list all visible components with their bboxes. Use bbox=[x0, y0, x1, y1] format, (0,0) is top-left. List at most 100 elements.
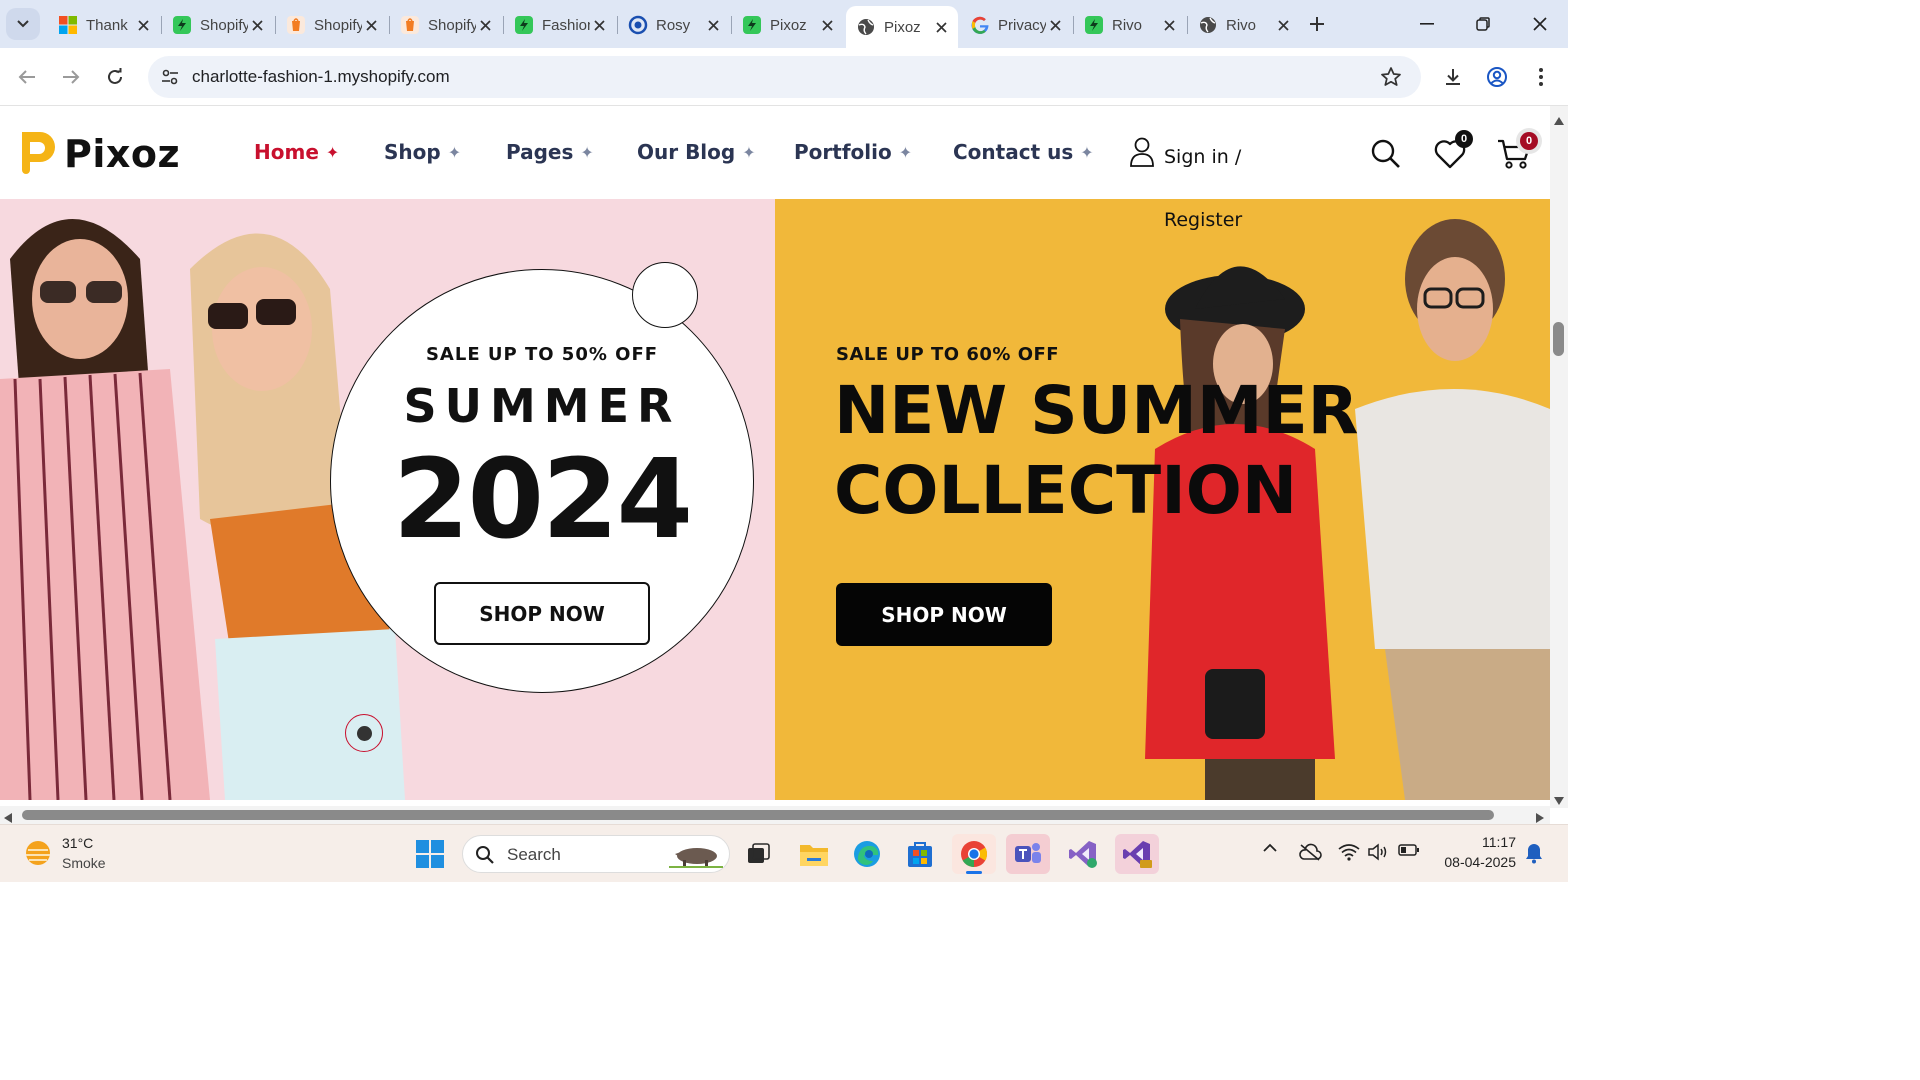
close-tab-icon[interactable] bbox=[1046, 16, 1064, 34]
vertical-scrollbar[interactable] bbox=[1550, 106, 1568, 808]
nav-item-label: Home bbox=[254, 140, 319, 164]
tab-title: Thank bbox=[86, 16, 128, 34]
hero-banner-summer-2024[interactable]: SALE UP TO 50% OFF SUMMER 2024 SHOP NOW bbox=[0, 199, 775, 800]
close-tab-icon[interactable] bbox=[590, 16, 608, 34]
reload-icon[interactable] bbox=[98, 60, 132, 94]
tab-search-chevron-icon[interactable] bbox=[6, 8, 40, 40]
register-link[interactable]: Register bbox=[1164, 209, 1242, 231]
downloads-icon[interactable] bbox=[1436, 60, 1470, 94]
address-bar[interactable]: charlotte-fashion-1.myshopify.com bbox=[148, 56, 1421, 98]
search-icon bbox=[475, 845, 495, 870]
browser-tab[interactable]: Pixoz bbox=[732, 8, 844, 42]
shopify-green-icon bbox=[514, 15, 534, 35]
nav-item-home[interactable]: Home ✦ bbox=[254, 140, 339, 164]
browser-tab[interactable]: Rivo bbox=[1074, 8, 1186, 42]
browser-tab[interactable]: Shopify bbox=[276, 8, 388, 42]
nav-item-shop[interactable]: Shop ✦ bbox=[384, 140, 461, 164]
url-text[interactable]: charlotte-fashion-1.myshopify.com bbox=[192, 67, 450, 87]
close-tab-icon[interactable] bbox=[248, 16, 266, 34]
edge-browser-icon[interactable] bbox=[845, 834, 889, 874]
right-headline-line2: COLLECTION bbox=[834, 452, 1298, 529]
close-tab-icon[interactable] bbox=[134, 16, 152, 34]
onedrive-cloud-icon[interactable] bbox=[1298, 843, 1322, 861]
nav-item-contact-us[interactable]: Contact us ✦ bbox=[953, 140, 1094, 164]
weather-desc[interactable]: Smoke bbox=[62, 855, 106, 871]
file-explorer-icon[interactable] bbox=[792, 834, 836, 874]
scroll-down-arrow-icon[interactable] bbox=[1554, 792, 1564, 810]
visual-studio-preview-icon[interactable] bbox=[1115, 834, 1159, 874]
sign-in-label[interactable]: Sign in / bbox=[1164, 146, 1241, 168]
nav-item-label: Our Blog bbox=[637, 140, 736, 164]
clock-date[interactable]: 08-04-2025 bbox=[1432, 854, 1516, 870]
windows-start-icon[interactable] bbox=[408, 834, 452, 874]
sign-in-link[interactable]: Sign in / bbox=[1128, 136, 1241, 170]
tab-title: Rivo bbox=[1226, 16, 1257, 34]
close-tab-icon[interactable] bbox=[1160, 16, 1178, 34]
browser-menu-icon[interactable] bbox=[1524, 60, 1558, 94]
notification-bell-icon[interactable] bbox=[1524, 842, 1544, 869]
browser-tab[interactable]: Privacy bbox=[960, 8, 1072, 42]
chrome-icon[interactable] bbox=[952, 834, 996, 874]
horizontal-scroll-thumb[interactable] bbox=[22, 810, 1494, 820]
left-shop-now-button[interactable]: SHOP NOW bbox=[434, 582, 650, 645]
right-shop-now-button[interactable]: SHOP NOW bbox=[836, 583, 1052, 646]
nav-item-our-blog[interactable]: Our Blog ✦ bbox=[637, 140, 756, 164]
close-tab-icon[interactable] bbox=[818, 16, 836, 34]
clock-time[interactable]: 11:17 bbox=[1432, 834, 1516, 850]
close-tab-icon[interactable] bbox=[932, 18, 950, 36]
shopify-green-icon bbox=[742, 15, 762, 35]
teams-icon[interactable] bbox=[1006, 834, 1050, 874]
close-tab-icon[interactable] bbox=[476, 16, 494, 34]
new-tab-plus-icon[interactable] bbox=[1303, 10, 1331, 38]
browser-tab[interactable]: Shopify bbox=[390, 8, 502, 42]
scroll-up-arrow-icon[interactable] bbox=[1554, 112, 1564, 130]
browser-tab[interactable]: Pixoz bbox=[846, 6, 958, 48]
minimize-window-icon[interactable] bbox=[1407, 8, 1447, 40]
hero-banner-new-collection[interactable]: Register SALE UP TO 60% OFF NEW SUMMER C… bbox=[775, 199, 1550, 800]
nav-expand-icon: ✦ bbox=[325, 142, 340, 162]
close-tab-icon[interactable] bbox=[704, 16, 722, 34]
back-arrow-icon[interactable] bbox=[10, 60, 44, 94]
volume-icon[interactable] bbox=[1368, 843, 1390, 861]
left-sale-text: SALE UP TO 50% OFF bbox=[425, 344, 659, 365]
close-window-icon[interactable] bbox=[1520, 8, 1560, 40]
weather-temp[interactable]: 31°C bbox=[62, 835, 93, 851]
browser-tab[interactable]: Rosy bbox=[618, 8, 730, 42]
tab-title: Pixoz bbox=[884, 18, 921, 36]
close-tab-icon[interactable] bbox=[1274, 16, 1292, 34]
windows-taskbar: 31°C Smoke Search 11:17 08-04-2025 bbox=[0, 824, 1568, 882]
shopify-orange-icon bbox=[286, 15, 306, 35]
nav-item-pages[interactable]: Pages ✦ bbox=[506, 140, 594, 164]
search-placeholder: Search bbox=[507, 845, 561, 864]
browser-tab[interactable]: Rivo bbox=[1188, 8, 1300, 42]
browser-tab[interactable]: Thank bbox=[48, 8, 160, 42]
forward-arrow-icon[interactable] bbox=[54, 60, 88, 94]
slider-dot[interactable] bbox=[345, 714, 383, 752]
tab-title: Rivo bbox=[1112, 16, 1143, 34]
right-headline-line1: NEW SUMMER bbox=[834, 372, 1359, 449]
show-hidden-icons-chevron-icon[interactable] bbox=[1262, 843, 1278, 853]
horizontal-scrollbar[interactable] bbox=[0, 806, 1550, 824]
site-info-icon[interactable] bbox=[160, 67, 180, 92]
restore-window-icon[interactable] bbox=[1463, 8, 1503, 40]
right-sale-text: SALE UP TO 60% OFF bbox=[836, 344, 1060, 365]
wifi-icon[interactable] bbox=[1338, 843, 1360, 861]
weather-icon[interactable] bbox=[22, 837, 54, 874]
close-tab-icon[interactable] bbox=[362, 16, 380, 34]
nav-expand-icon: ✦ bbox=[447, 142, 462, 162]
nav-item-label: Pages bbox=[506, 140, 574, 164]
nav-item-portfolio[interactable]: Portfolio ✦ bbox=[794, 140, 912, 164]
visual-studio-icon[interactable] bbox=[1061, 834, 1105, 874]
browser-tab[interactable]: Fashion bbox=[504, 8, 616, 42]
pixoz-logo-icon[interactable] bbox=[18, 130, 56, 176]
logo-text[interactable]: Pixoz bbox=[64, 132, 180, 176]
taskbar-search-box[interactable]: Search bbox=[462, 835, 730, 873]
browser-tab[interactable]: Shopify bbox=[162, 8, 274, 42]
search-icon[interactable] bbox=[1368, 136, 1404, 172]
microsoft-store-icon[interactable] bbox=[898, 834, 942, 874]
task-view-icon[interactable] bbox=[737, 834, 781, 874]
profile-avatar-icon[interactable] bbox=[1480, 60, 1514, 94]
bookmark-star-icon[interactable] bbox=[1380, 66, 1402, 93]
vertical-scroll-thumb[interactable] bbox=[1553, 322, 1564, 356]
battery-icon[interactable] bbox=[1398, 843, 1420, 857]
